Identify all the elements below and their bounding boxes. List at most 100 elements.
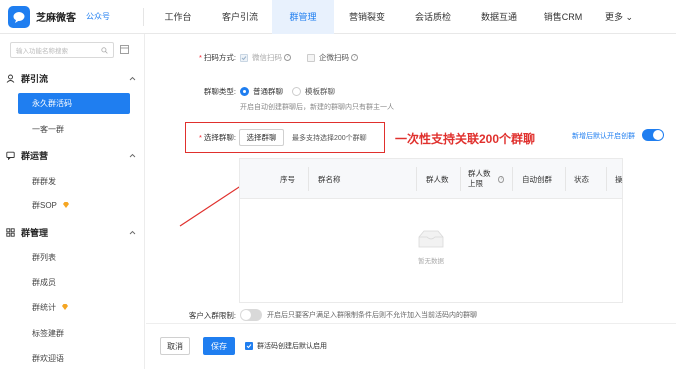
column-separator — [565, 167, 566, 191]
main-nav: 工作台 客户引流 群管理 营销裂变 会话质检 数据互通 销售CRM 更多 ⌄ — [148, 0, 644, 34]
group-type-normal-label: 普通群聊 — [253, 87, 283, 96]
scan-mode-wecom-option[interactable]: 企微扫码 ? — [307, 52, 358, 63]
checkbox[interactable] — [307, 53, 315, 62]
app-name: 芝麻微客 — [36, 13, 76, 24]
nav-more-label: 更多 — [604, 11, 623, 22]
sidebar-item-tag-group[interactable]: 标签建群 — [18, 323, 130, 344]
group-type-template-label: 模板群聊 — [305, 87, 335, 96]
empty-box-icon — [418, 230, 444, 248]
premium-gem-icon — [62, 202, 69, 208]
chat-icon — [6, 151, 15, 160]
column-separator — [606, 167, 607, 191]
brand: 芝麻微客 公众号 — [0, 5, 148, 28]
radio-selected[interactable] — [240, 87, 249, 96]
scan-mode-wechat-option: 微信扫码 ? — [240, 52, 291, 63]
sidebar-group-label: 群运营 — [21, 150, 49, 161]
nav-customer-traffic[interactable]: 客户引流 — [208, 0, 272, 34]
empty-state: 暂无数据 — [408, 229, 454, 265]
scan-mode-label: * 扫码方式: — [198, 53, 236, 62]
checkbox-checked[interactable] — [245, 342, 253, 350]
column-header-index: 序号 — [280, 174, 295, 184]
column-separator — [460, 167, 461, 191]
sidebar-group-group-management[interactable]: 群管理 — [6, 223, 136, 241]
group-table: 序号 群名称 群人数 群人数上限? 自动创群 状态 操 暂无数据 — [239, 158, 623, 303]
select-group-label: * 选择群聊: — [198, 133, 236, 142]
chevron-up-icon — [129, 76, 136, 80]
enable-by-default-label: 群活码创建后默认启用 — [257, 343, 327, 350]
sidebar-item-label: 群SOP — [32, 201, 57, 210]
cancel-button[interactable]: 取消 — [160, 337, 190, 355]
collapse-sidebar-icon[interactable] — [120, 45, 129, 54]
sidebar-item-group-stats[interactable]: 群统计 — [18, 297, 130, 318]
premium-gem-icon — [62, 304, 69, 310]
customer-limit-row: 客户入群限制: 开启后只要客户满足入群限制条件后则不允许加入当前活码内的群聊 — [146, 309, 676, 324]
chevron-up-icon — [129, 153, 136, 157]
sidebar-group-group-operations[interactable]: 群运营 — [6, 146, 136, 164]
nav-session-qc[interactable]: 会话质检 — [400, 0, 466, 34]
chevron-up-icon — [129, 230, 136, 234]
top-navigation-bar: 芝麻微客 公众号 工作台 客户引流 群管理 营销裂变 会话质检 数据互通 销售C… — [0, 0, 676, 34]
scan-mode-wechat-label: 微信扫码 — [252, 53, 282, 62]
sidebar-group-label: 群管理 — [21, 227, 49, 238]
nav-more[interactable]: 更多 ⌄ — [594, 0, 644, 34]
table-header: 序号 群名称 群人数 群人数上限? 自动创群 状态 操 — [240, 159, 623, 199]
customer-limit-toggle[interactable] — [240, 309, 262, 321]
user-icon — [6, 74, 15, 83]
column-separator — [512, 167, 513, 191]
nav-workbench[interactable]: 工作台 — [148, 0, 208, 34]
grid-icon — [6, 227, 15, 237]
save-button[interactable]: 保存 — [203, 337, 235, 355]
sidebar-item-group-sop[interactable]: 群SOP — [18, 195, 130, 216]
group-type-normal-option[interactable]: 普通群聊 — [240, 86, 283, 97]
nav-marketing[interactable]: 营销裂变 — [334, 0, 400, 34]
help-icon[interactable]: ? — [498, 175, 504, 183]
column-header-member-limit: 群人数上限? — [468, 159, 504, 199]
sidebar-item-group-list[interactable]: 群列表 — [18, 247, 130, 268]
annotation-text: 一次性支持关联200个群聊 — [395, 132, 536, 146]
sidebar-group-label: 群引流 — [21, 73, 49, 84]
help-icon[interactable]: ? — [351, 54, 358, 61]
column-header-auto-create: 自动创群 — [522, 174, 552, 184]
sidebar-item-permanent-qr[interactable]: 永久群活码 — [18, 93, 130, 114]
column-separator — [416, 167, 417, 191]
help-icon[interactable]: ? — [284, 54, 291, 61]
sidebar-item-label: 群统计 — [32, 303, 56, 312]
column-header-actions: 操 — [615, 174, 623, 184]
sidebar-group-group-traffic[interactable]: 群引流 — [6, 69, 136, 87]
sidebar-item-one-customer-one-group[interactable]: 一客一群 — [18, 119, 130, 140]
main-content: * 扫码方式: 微信扫码 ? 企微扫码 ? 群聊类型: 普通群聊 模板群聊 开启自… — [146, 34, 676, 369]
checkbox-disabled-checked — [240, 53, 248, 62]
auto-create-toggle[interactable] — [642, 129, 664, 141]
sidebar-search-input[interactable]: 输入功能名称搜索 — [10, 42, 114, 58]
column-separator — [308, 167, 309, 191]
group-type-template-option[interactable]: 模板群聊 — [292, 86, 335, 97]
search-placeholder: 输入功能名称搜索 — [16, 48, 68, 55]
nav-data-sync[interactable]: 数据互通 — [466, 0, 532, 34]
column-header-status: 状态 — [574, 174, 589, 184]
sidebar-item-welcome-message[interactable]: 群欢迎语 — [18, 348, 130, 369]
sidebar-item-group-members[interactable]: 群成员 — [18, 272, 130, 293]
column-header-member-limit-label: 群人数上限 — [468, 169, 491, 188]
empty-text: 暂无数据 — [418, 258, 444, 265]
divider — [143, 8, 144, 26]
group-type-hint: 开启自动创建群聊后，新建的群聊内只有群主一人 — [240, 104, 394, 111]
search-icon — [101, 46, 108, 54]
app-logo-icon — [8, 5, 30, 28]
nav-sales-crm[interactable]: 销售CRM — [532, 0, 594, 34]
sidebar: 输入功能名称搜索 群引流 永久群活码 一客一群 群运营 群群发 群SOP 群管理… — [0, 34, 145, 369]
column-header-member-count: 群人数 — [426, 174, 449, 184]
radio[interactable] — [292, 87, 301, 96]
form-footer: 取消 保存 群活码创建后默认启用 — [146, 323, 676, 369]
customer-limit-label: 客户入群限制: — [188, 311, 236, 320]
scan-mode-wecom-label: 企微扫码 — [319, 53, 349, 62]
chevron-down-icon: ⌄ — [625, 11, 634, 22]
enable-by-default-option[interactable]: 群活码创建后默认启用 — [245, 341, 327, 351]
column-header-group-name: 群名称 — [318, 174, 341, 184]
select-group-hint: 最多支持选择200个群聊 — [292, 135, 367, 142]
nav-group-management[interactable]: 群管理 — [272, 0, 334, 34]
sidebar-item-group-broadcast[interactable]: 群群发 — [18, 171, 130, 192]
select-group-button[interactable]: 选择群聊 — [239, 129, 284, 146]
account-switch[interactable]: 公众号 — [86, 11, 110, 22]
group-type-label: 群聊类型: — [203, 87, 236, 96]
auto-create-toggle-label: 新增后默认开启创群 — [572, 133, 635, 140]
